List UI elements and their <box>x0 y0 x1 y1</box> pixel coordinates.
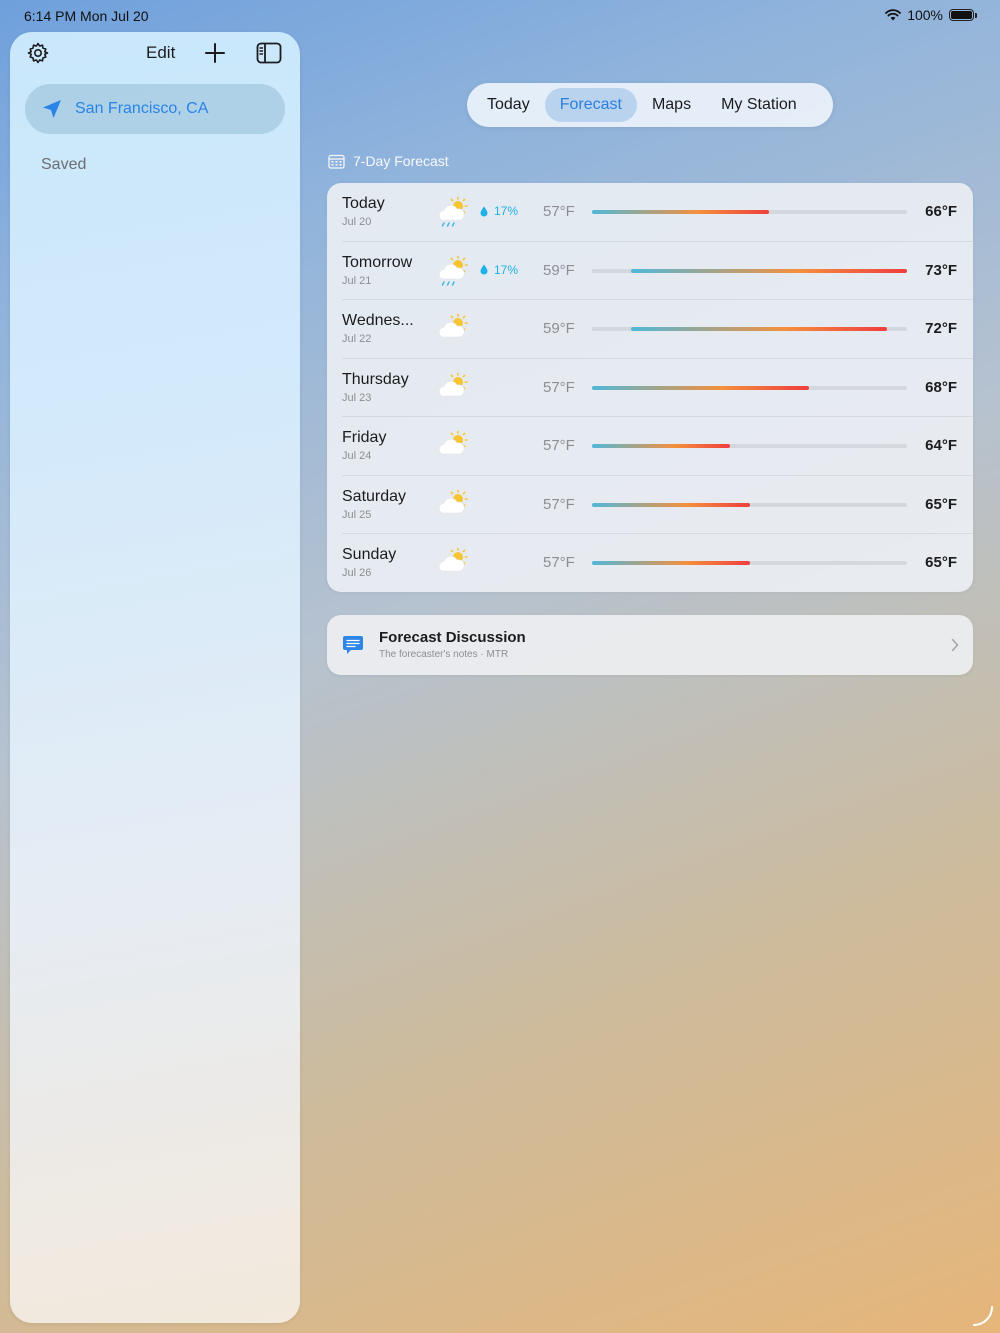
sidebar: Edit San Francisco, CA Saved <box>10 32 300 1323</box>
sidebar-icon[interactable] <box>256 42 282 64</box>
tab-forecast[interactable]: Forecast <box>544 88 637 122</box>
low-temp: 57°F <box>543 554 575 571</box>
wifi-icon <box>885 9 902 21</box>
location-arrow-icon <box>43 100 61 118</box>
edit-button[interactable]: Edit <box>146 43 175 63</box>
partly-cloudy-icon <box>438 313 468 338</box>
temp-range-bar <box>631 268 907 273</box>
forecast-row[interactable]: Friday Jul 24 57°F 64°F <box>327 417 973 476</box>
gear-icon[interactable] <box>26 41 50 65</box>
calendar-icon <box>328 154 345 169</box>
raindrop-icon <box>480 206 488 216</box>
day-date: Jul 22 <box>342 333 372 345</box>
tab-today[interactable]: Today <box>472 88 545 122</box>
current-location-item[interactable]: San Francisco, CA <box>25 84 285 134</box>
forecast-discussion-card[interactable]: Forecast Discussion The forecaster's not… <box>327 615 973 675</box>
current-location-label: San Francisco, CA <box>75 100 209 117</box>
temp-range-track <box>592 444 907 448</box>
day-name: Saturday <box>342 487 407 505</box>
forecast-row[interactable]: Saturday Jul 25 57°F 65°F <box>327 476 973 534</box>
tab-my-station[interactable]: My Station <box>706 88 812 122</box>
plus-icon[interactable] <box>204 42 226 64</box>
precip-value: 17% <box>494 204 519 218</box>
battery-percent: 100% <box>907 7 943 23</box>
partly-cloudy-icon <box>438 547 468 572</box>
temp-range-bar <box>592 444 730 448</box>
discussion-title: Forecast Discussion <box>379 629 526 646</box>
status-time: 6:14 PM Mon Jul 20 <box>24 8 149 24</box>
chat-bubble-icon <box>343 636 363 654</box>
day-date: Jul 21 <box>342 274 372 287</box>
high-temp: 65°F <box>925 554 957 571</box>
discussion-subtitle: The forecaster's notes · MTR <box>379 649 509 660</box>
temp-range-bar <box>592 502 750 507</box>
chevron-right-icon <box>951 638 959 652</box>
temp-range-bar <box>592 210 770 214</box>
high-temp: 66°F <box>925 203 957 220</box>
forecast-card: Today Jul 20 17% 57°F 66°F Tomorrow Jul … <box>327 183 973 592</box>
partly-cloudy-icon <box>438 489 468 513</box>
day-name: Tomorrow <box>342 253 413 271</box>
forecast-row[interactable]: Sunday Jul 26 57°F 65°F <box>327 534 973 592</box>
main-tabs: Today Forecast Maps My Station <box>467 83 833 127</box>
temp-range-track <box>592 210 907 214</box>
forecast-section-title: 7-Day Forecast <box>353 153 449 169</box>
forecast-row[interactable]: Thursday Jul 23 57°F 68°F <box>327 359 973 417</box>
sidebar-toolbar: Edit <box>10 32 300 76</box>
temp-range-track <box>592 502 907 507</box>
raindrop-icon <box>480 264 488 275</box>
temp-range-bar <box>592 385 809 390</box>
low-temp: 59°F <box>543 320 575 337</box>
forecast-row[interactable]: Tomorrow Jul 21 17% 59°F 73°F <box>327 242 973 300</box>
day-date: Jul 25 <box>342 508 372 521</box>
low-temp: 57°F <box>543 495 575 513</box>
day-name: Thursday <box>342 370 409 388</box>
low-temp: 57°F <box>543 378 575 396</box>
battery-icon <box>949 9 977 21</box>
high-temp: 64°F <box>925 437 957 454</box>
high-temp: 68°F <box>925 378 957 396</box>
low-temp: 57°F <box>543 203 575 220</box>
temp-range-track <box>592 385 907 390</box>
temp-range-track <box>592 561 907 565</box>
forecast-section-header: 7-Day Forecast <box>328 153 449 169</box>
forecast-row[interactable]: Wednes... Jul 22 59°F 72°F <box>327 300 973 359</box>
tab-maps[interactable]: Maps <box>637 88 706 122</box>
partly-cloudy-rain-icon <box>438 196 468 227</box>
partly-cloudy-icon <box>438 372 468 396</box>
saved-section-header: Saved <box>41 156 87 173</box>
partly-cloudy-rain-icon <box>438 255 468 286</box>
day-date: Jul 20 <box>342 216 372 228</box>
temp-range-track <box>592 327 907 331</box>
partly-cloudy-icon <box>438 430 468 455</box>
day-date: Jul 26 <box>342 567 372 579</box>
day-name: Friday <box>342 429 387 446</box>
resize-handle-icon <box>973 1306 993 1326</box>
day-date: Jul 24 <box>342 450 372 462</box>
precip-chance: 17% <box>480 204 518 218</box>
high-temp: 65°F <box>925 495 957 513</box>
day-date: Jul 23 <box>342 391 372 404</box>
low-temp: 59°F <box>543 261 575 279</box>
high-temp: 73°F <box>925 261 957 279</box>
forecast-row[interactable]: Today Jul 20 17% 57°F 66°F <box>327 183 973 242</box>
temp-range-bar <box>631 327 888 331</box>
status-indicators: 100% <box>885 7 977 23</box>
precip-chance: 17% <box>480 263 518 277</box>
day-name: Today <box>342 195 385 212</box>
low-temp: 57°F <box>543 437 575 454</box>
high-temp: 72°F <box>925 320 957 337</box>
precip-value: 17% <box>494 262 519 277</box>
temp-range-track <box>592 268 907 273</box>
day-name: Sunday <box>342 546 397 563</box>
temp-range-bar <box>592 561 750 565</box>
day-name: Wednes... <box>342 312 414 329</box>
battery-level <box>951 11 972 19</box>
status-bar: 6:14 PM Mon Jul 20 100% <box>0 0 1000 32</box>
